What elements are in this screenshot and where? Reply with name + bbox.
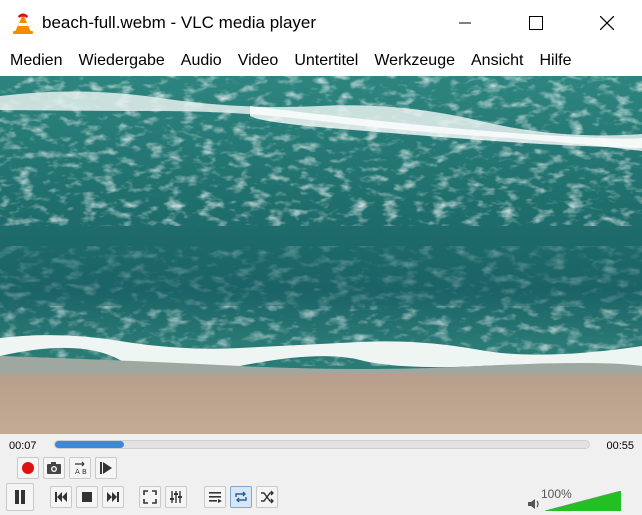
frame-step-button[interactable] <box>95 457 117 479</box>
loop-button[interactable] <box>230 486 252 508</box>
next-icon <box>107 492 119 502</box>
menu-audio[interactable]: Audio <box>173 52 230 70</box>
equalizer-icon <box>170 491 182 503</box>
svg-text:A B: A B <box>75 468 87 476</box>
minimize-icon <box>458 22 471 24</box>
record-button[interactable] <box>17 457 39 479</box>
extended-settings-button[interactable] <box>165 486 187 508</box>
stop-icon <box>82 492 92 502</box>
playlist-button[interactable] <box>204 486 226 508</box>
seek-progress <box>55 441 125 448</box>
previous-icon <box>55 492 67 502</box>
video-display[interactable] <box>0 76 642 434</box>
previous-button[interactable] <box>50 486 72 508</box>
title-bar: beach-full.webm - VLC media player <box>0 0 642 46</box>
vlc-cone-icon <box>13 13 33 34</box>
menu-wiedergabe[interactable]: Wiedergabe <box>70 52 172 70</box>
next-button[interactable] <box>102 486 124 508</box>
record-icon <box>22 462 34 474</box>
shuffle-icon <box>261 490 274 504</box>
loop-ab-button[interactable]: A B <box>69 457 91 479</box>
video-frame <box>0 76 642 434</box>
menu-untertitel[interactable]: Untertitel <box>286 52 366 70</box>
menu-medien[interactable]: Medien <box>0 52 70 70</box>
camera-icon <box>47 462 61 474</box>
menu-hilfe[interactable]: Hilfe <box>531 52 579 70</box>
playlist-icon <box>209 492 222 503</box>
total-time: 00:55 <box>606 440 634 452</box>
loop-ab-icon: A B <box>75 461 87 476</box>
close-button[interactable] <box>571 0 642 46</box>
pause-icon <box>15 490 25 504</box>
maximize-button[interactable] <box>500 0 571 46</box>
minimize-button[interactable] <box>429 0 500 46</box>
elapsed-time: 00:07 <box>9 440 37 452</box>
close-icon <box>599 16 614 30</box>
frame-step-icon <box>100 462 112 474</box>
shuffle-button[interactable] <box>256 486 278 508</box>
fullscreen-button[interactable] <box>139 486 161 508</box>
stop-button[interactable] <box>76 486 98 508</box>
snapshot-button[interactable] <box>43 457 65 479</box>
fullscreen-icon <box>143 490 157 504</box>
volume-slider[interactable] <box>545 491 621 511</box>
seek-bar[interactable] <box>54 440 590 449</box>
loop-icon <box>235 491 247 503</box>
menu-video[interactable]: Video <box>230 52 287 70</box>
window-title: beach-full.webm - VLC media player <box>42 13 317 32</box>
menu-werkzeuge[interactable]: Werkzeuge <box>366 52 463 70</box>
play-pause-button[interactable] <box>6 483 34 511</box>
controls-panel: 00:07 00:55 A B 100% <box>0 434 642 515</box>
menu-bar: Medien Wiedergabe Audio Video Untertitel… <box>0 46 642 76</box>
maximize-icon <box>528 16 543 30</box>
menu-ansicht[interactable]: Ansicht <box>463 52 531 70</box>
speaker-icon[interactable] <box>527 497 541 511</box>
